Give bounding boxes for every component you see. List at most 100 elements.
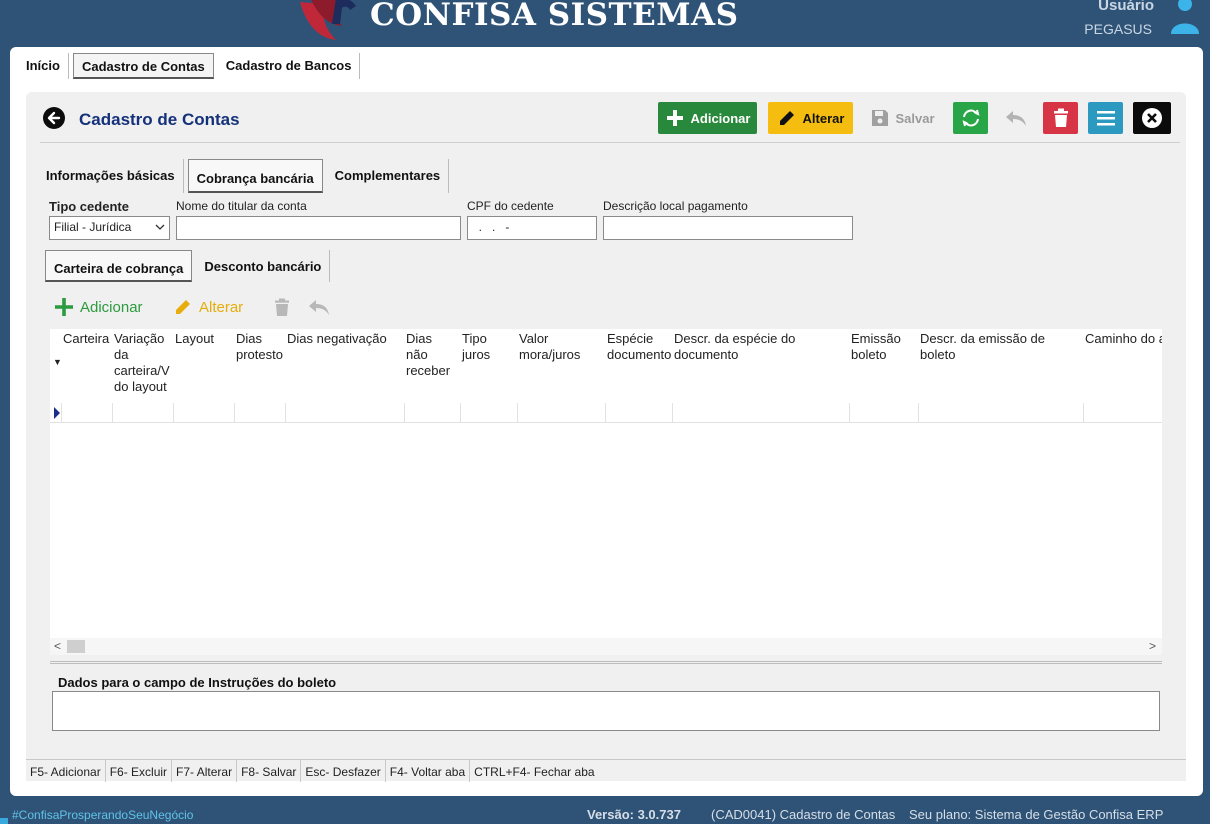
col-header[interactable]: Emissão boleto: [849, 329, 917, 403]
pencil-icon: [779, 111, 794, 125]
delete-button[interactable]: [1043, 102, 1078, 134]
shortcuts-bar: F5- Adicionar F6- Excluir F7- Alterar F8…: [26, 759, 1186, 782]
grid-add-button[interactable]: Adicionar: [54, 295, 143, 319]
cell-divider: [918, 403, 919, 423]
cell-divider: [234, 403, 235, 423]
chevron-down-icon: [155, 224, 165, 230]
cell-divider: [672, 403, 673, 423]
col-header[interactable]: Espécie documento: [605, 329, 671, 403]
undo-icon: [1005, 111, 1026, 126]
cell-divider: [61, 403, 62, 423]
instructions-textarea[interactable]: [52, 691, 1160, 731]
grid-undo-button[interactable]: [307, 295, 331, 319]
user-avatar-icon[interactable]: [1170, 0, 1200, 36]
refresh-button[interactable]: [953, 102, 988, 134]
col-header[interactable]: Descr. da emissão de boleto: [918, 329, 1082, 403]
scrollbar-thumb[interactable]: [67, 640, 85, 653]
add-button[interactable]: Adicionar: [658, 102, 757, 134]
top-tab-bar: Início Cadastro de Contas Cadastro de Ba…: [18, 53, 361, 79]
tab-cadastro-de-contas[interactable]: Cadastro de Contas: [72, 53, 214, 79]
nome-titular-input[interactable]: [176, 216, 461, 240]
tab-desconto-bancario[interactable]: Desconto bancário: [196, 250, 331, 282]
cell-divider: [404, 403, 405, 423]
col-header[interactable]: Dias não receber: [404, 329, 459, 403]
add-button-label: Adicionar: [690, 110, 751, 126]
col-header[interactable]: Layout: [173, 329, 233, 403]
col-header[interactable]: Dias negativação: [285, 329, 403, 403]
col-header[interactable]: Descr. da espécie do documento: [672, 329, 848, 403]
section-tab-bar: Informações básicas Cobrança bancária Co…: [38, 159, 450, 193]
tab-inicio[interactable]: Início: [18, 53, 69, 79]
tipo-cedente-value: Filial - Jurídica: [54, 220, 132, 234]
footer-plan: Seu plano: Sistema de Gestão Confisa ERP…: [909, 807, 1164, 824]
grid-separator: [50, 661, 1162, 664]
footer-accent: [0, 818, 8, 824]
grid-header: ▼ Carteira Variação da carteira/V do lay…: [50, 329, 1162, 403]
col-header[interactable]: Caminho do a: [1083, 329, 1162, 403]
instructions-label: Dados para o campo de Instruções do bole…: [58, 675, 337, 690]
col-header[interactable]: Carteira: [61, 329, 111, 403]
col-header[interactable]: Variação da carteira/V do layout: [112, 329, 172, 403]
hamburger-menu-icon: [1096, 111, 1115, 126]
close-button[interactable]: [1133, 102, 1171, 134]
brand-title: CONFISA SISTEMAS: [370, 0, 739, 33]
app-header: CONFISA SISTEMAS Usuário PEGASUS: [0, 0, 1210, 46]
plus-icon: [666, 110, 683, 126]
tab-informacoes-basicas[interactable]: Informações básicas: [38, 159, 184, 193]
shortcut-save: F8- Salvar: [237, 760, 302, 782]
edit-button-label: Alterar: [802, 110, 845, 126]
col-header[interactable]: Dias protesto: [234, 329, 284, 403]
floppy-disk-icon: [872, 110, 889, 126]
cell-divider: [173, 403, 174, 423]
user-name: PEGASUS: [1084, 21, 1152, 37]
chevron-right-icon[interactable]: >: [1149, 639, 1156, 653]
refresh-icon: [962, 109, 979, 127]
close-circle-icon: [1142, 108, 1162, 128]
back-button[interactable]: [43, 107, 65, 129]
cell-divider: [517, 403, 518, 423]
horizontal-scrollbar[interactable]: < >: [50, 638, 1162, 655]
descricao-local-label: Descrição local pagamento: [603, 199, 748, 213]
tipo-cedente-label: Tipo cedente: [49, 199, 129, 214]
current-row-indicator-icon: [54, 407, 60, 419]
chevron-left-icon[interactable]: <: [54, 639, 61, 653]
tipo-cedente-select[interactable]: Filial - Jurídica: [49, 216, 170, 240]
col-header[interactable]: Tipo juros: [460, 329, 516, 403]
grid-add-label: Adicionar: [80, 298, 143, 316]
edit-button[interactable]: Alterar: [768, 102, 853, 134]
table-row[interactable]: [50, 403, 1162, 423]
footer-module: (CAD0041) Cadastro de Contas: [711, 807, 896, 822]
main-panel: Início Cadastro de Contas Cadastro de Ba…: [10, 47, 1203, 796]
tab-cobranca-bancaria[interactable]: Cobrança bancária: [187, 159, 323, 193]
tab-carteira-de-cobranca[interactable]: Carteira de cobrança: [45, 250, 193, 282]
footer-hashtag: #ConfisaProsperandoSeuNegócio: [12, 808, 194, 822]
pegasus-logo-icon: [300, 0, 356, 40]
undo-button[interactable]: [998, 102, 1033, 134]
cell-divider: [849, 403, 850, 423]
cell-divider: [1083, 403, 1084, 423]
arrow-left-icon: [47, 111, 61, 125]
cell-divider: [285, 403, 286, 423]
menu-button[interactable]: [1088, 102, 1123, 134]
nome-titular-label: Nome do titular da conta: [176, 199, 307, 213]
cpf-cedente-input[interactable]: . . -: [467, 216, 597, 240]
cell-divider: [605, 403, 606, 423]
footer-version: Versão: 3.0.737: [587, 807, 681, 822]
shortcut-edit: F7- Alterar: [172, 760, 238, 782]
save-button-label: Salvar: [895, 110, 935, 126]
save-button[interactable]: Salvar: [868, 102, 938, 134]
descricao-local-input[interactable]: [603, 216, 853, 240]
trash-icon: [1053, 108, 1068, 127]
grid-delete-button[interactable]: [274, 295, 290, 319]
carteira-grid[interactable]: ▼ Carteira Variação da carteira/V do lay…: [50, 329, 1162, 638]
tab-cadastro-de-bancos[interactable]: Cadastro de Bancos: [217, 53, 361, 79]
tab-complementares[interactable]: Complementares: [327, 159, 450, 193]
cpf-cedente-label: CPF do cedente: [467, 199, 554, 213]
shortcut-add: F5- Adicionar: [26, 760, 106, 782]
col-header[interactable]: Valor mora/juros: [517, 329, 604, 403]
cell-divider: [112, 403, 113, 423]
plus-icon: [55, 298, 73, 316]
pencil-icon: [176, 300, 190, 314]
grid-edit-button[interactable]: Alterar: [173, 295, 243, 319]
shortcut-back-tab: F4- Voltar aba: [386, 760, 471, 782]
